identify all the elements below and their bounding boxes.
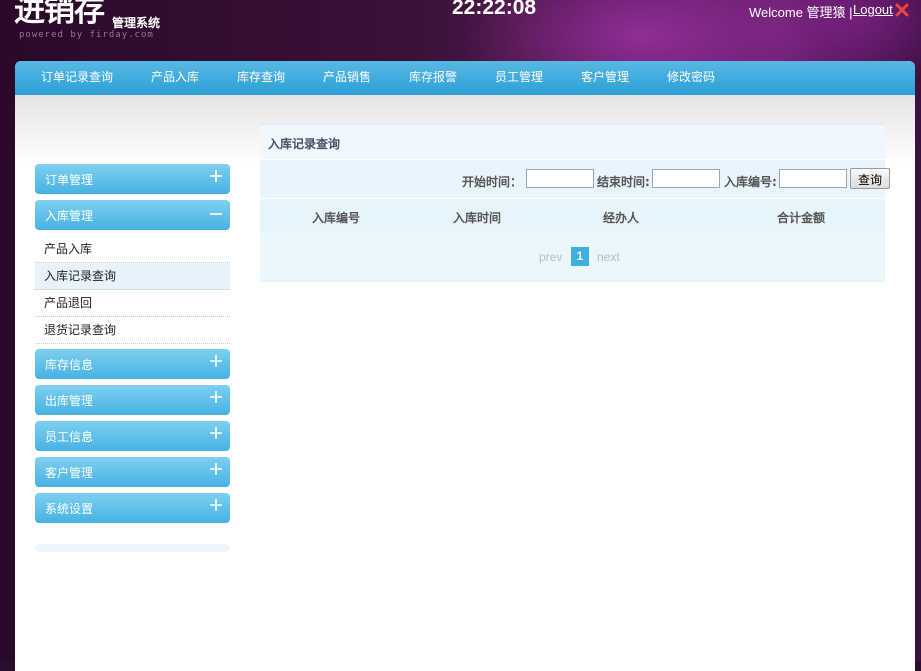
sidebar-section-label: 客户管理	[45, 466, 94, 480]
sidebar-section-stockin[interactable]: 入库管理	[35, 200, 230, 230]
sidebar-item-product-stockin[interactable]: 产品入库	[35, 236, 230, 263]
column-header: 入库编号	[312, 211, 361, 225]
column-header: 经办人	[603, 211, 640, 225]
powered-by: powered by firday.com	[19, 30, 154, 40]
sidebar-section-label: 出库管理	[45, 394, 94, 408]
nav-order-query[interactable]: 订单记录查询	[41, 61, 113, 95]
search-form: 开始时间： 结束时间: 入库编号: 查询	[260, 159, 890, 198]
panel-title-bar: 入库记录查询	[260, 124, 885, 159]
start-time-label: 开始时间：	[462, 175, 523, 189]
table-header: 入库编号 入库时间 经办人 合计金额	[260, 198, 885, 233]
sidebar-section-label: 订单管理	[45, 173, 94, 187]
start-time-input[interactable]	[526, 169, 594, 188]
sidebar-section-customers[interactable]: 客户管理	[35, 457, 230, 487]
column-header: 合计金额	[777, 211, 826, 225]
sidebar-item-label: 产品入库	[44, 242, 93, 256]
column-header: 入库时间	[453, 211, 502, 225]
end-time-label: 结束时间:	[597, 175, 650, 189]
current-page[interactable]: 1	[571, 247, 589, 266]
plus-icon	[210, 499, 222, 511]
plus-icon	[210, 170, 222, 182]
sidebar-item-label: 退货记录查询	[44, 323, 117, 337]
logout-link[interactable]: Logout	[853, 2, 893, 17]
clock: 22:22:08	[452, 0, 537, 19]
welcome-text: Welcome 管理猿 |	[749, 5, 853, 20]
sidebar-section-settings[interactable]: 系统设置	[35, 493, 230, 523]
sidebar-item-label: 入库记录查询	[44, 269, 117, 283]
plus-icon	[210, 463, 222, 475]
app-logo-subtitle: 管理系统	[112, 16, 161, 30]
sidebar-section-label: 入库管理	[45, 209, 94, 223]
nav-staff-management[interactable]: 员工管理	[495, 61, 543, 95]
sidebar-item-stockin-records[interactable]: 入库记录查询	[35, 263, 230, 290]
sidebar-item-label: 产品退回	[44, 296, 93, 310]
sidebar-section-inventory[interactable]: 库存信息	[35, 349, 230, 379]
sidebar-item-return-records[interactable]: 退货记录查询	[35, 317, 230, 344]
minus-icon	[210, 213, 222, 215]
content-frame: 订单记录查询 产品入库 库存查询 产品销售 库存报警 员工管理 客户管理 修改密…	[15, 61, 915, 671]
query-button[interactable]: 查询	[850, 168, 890, 189]
plus-icon	[210, 355, 222, 367]
top-nav: 订单记录查询 产品入库 库存查询 产品销售 库存报警 员工管理 客户管理 修改密…	[15, 61, 915, 95]
app-logo: 进销存	[14, 0, 105, 29]
end-time-input[interactable]	[652, 169, 720, 188]
sidebar-section-label: 员工信息	[45, 430, 94, 444]
nav-product-stockin[interactable]: 产品入库	[151, 61, 199, 95]
stockin-code-input[interactable]	[779, 169, 847, 188]
close-icon[interactable]	[895, 3, 909, 17]
plus-icon	[210, 427, 222, 439]
sidebar-section-label: 系统设置	[45, 502, 94, 516]
prev-page-link[interactable]: prev	[539, 250, 562, 264]
nav-change-password[interactable]: 修改密码	[667, 61, 715, 95]
nav-customer-management[interactable]: 客户管理	[581, 61, 629, 95]
next-page-link[interactable]: next	[597, 250, 620, 264]
pagination: prev 1 next	[260, 232, 885, 282]
sidebar-footer	[35, 544, 230, 552]
sidebar-section-label: 库存信息	[45, 358, 94, 372]
nav-inventory-alert[interactable]: 库存报警	[409, 61, 457, 95]
sidebar-section-staff[interactable]: 员工信息	[35, 421, 230, 451]
plus-icon	[210, 391, 222, 403]
nav-product-sales[interactable]: 产品销售	[323, 61, 371, 95]
sidebar-section-outbound[interactable]: 出库管理	[35, 385, 230, 415]
page-title: 入库记录查询	[268, 137, 341, 151]
nav-inventory-query[interactable]: 库存查询	[237, 61, 285, 95]
sidebar-section-orders[interactable]: 订单管理	[35, 164, 230, 194]
stockin-code-label: 入库编号:	[724, 175, 777, 189]
sidebar-item-product-return[interactable]: 产品退回	[35, 290, 230, 317]
